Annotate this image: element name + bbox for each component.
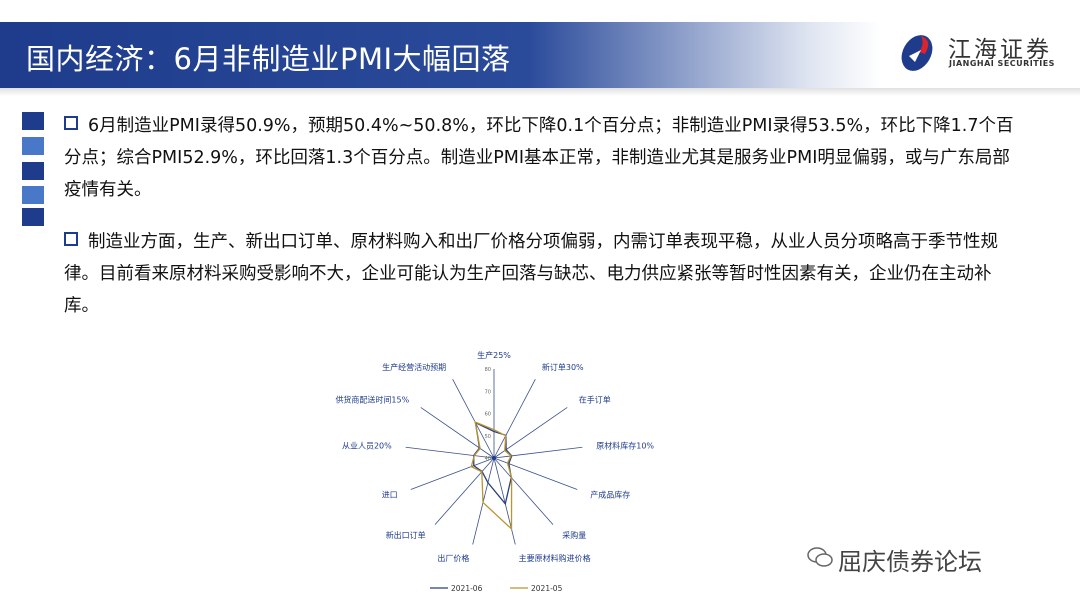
paragraph-text: 6月制造业PMI录得50.9%，预期50.4%~50.8%，环比下降0.1个百分… <box>64 116 1014 200</box>
tick-label: 60 <box>485 412 491 418</box>
watermark: 屈庆债券论坛 <box>838 548 982 576</box>
tick-label: 70 <box>485 389 491 395</box>
tick-label: 40 <box>485 456 491 462</box>
axis-label: 产成品库存 <box>590 490 630 500</box>
axis-label: 从业人员20% <box>342 441 392 451</box>
decor-square <box>22 137 44 155</box>
decor-square <box>22 208 44 226</box>
paragraph-2: 制造业方面，生产、新出口订单、原材料购入和出厂价格分项偏弱，内需订单表现平稳，从… <box>64 226 1019 322</box>
axis-label: 进口 <box>382 491 398 500</box>
axis-label: 新订单30% <box>542 362 584 372</box>
axis-label: 新出口订单 <box>386 530 426 540</box>
axis-label: 在手订单 <box>579 394 611 404</box>
radar-center <box>492 456 496 460</box>
bullet-icon <box>64 116 78 130</box>
legend-label: 2021-05 <box>531 584 563 593</box>
radar-chart: 生产25% 新订单30% 在手订单原材料库存10% 产成品库存采购量主要原材料购进价格… <box>335 350 654 593</box>
axis-label: 原材料库存10% <box>596 441 654 451</box>
axis-label: 供货商配送时间15% <box>335 394 409 404</box>
decor-square <box>22 186 44 204</box>
tick-label: 50 <box>485 434 491 440</box>
radar-axis <box>493 457 554 525</box>
radar-axis <box>434 457 495 525</box>
bullet-icon <box>64 232 78 246</box>
header-shadow <box>0 88 1080 96</box>
decor-square <box>22 112 44 130</box>
wechat-icon <box>807 547 833 567</box>
tick-label: 80 <box>485 367 491 373</box>
axis-label: 生产25% <box>477 350 511 360</box>
axis-label: 出厂价格 <box>437 553 469 563</box>
paragraph-text: 制造业方面，生产、新出口订单、原材料购入和出厂价格分项偏弱，内需订单表现平稳，从… <box>64 232 998 316</box>
radar-axis <box>493 379 536 459</box>
paragraph-1: 6月制造业PMI录得50.9%，预期50.4%~50.8%，环比下降0.1个百分… <box>64 110 1019 206</box>
logo-text-en: JIANGHAI SECURITIES <box>949 59 1055 68</box>
decor-square <box>22 162 44 180</box>
axis-label: 采购量 <box>562 530 586 540</box>
axis-label: 主要原材料购进价格 <box>519 553 591 563</box>
legend-label: 2021-06 <box>451 584 483 593</box>
page-title: 国内经济：6月非制造业PMI大幅回落 <box>26 42 511 76</box>
axis-label: 生产经营活动预期 <box>382 362 446 372</box>
radar-axis <box>493 457 578 490</box>
